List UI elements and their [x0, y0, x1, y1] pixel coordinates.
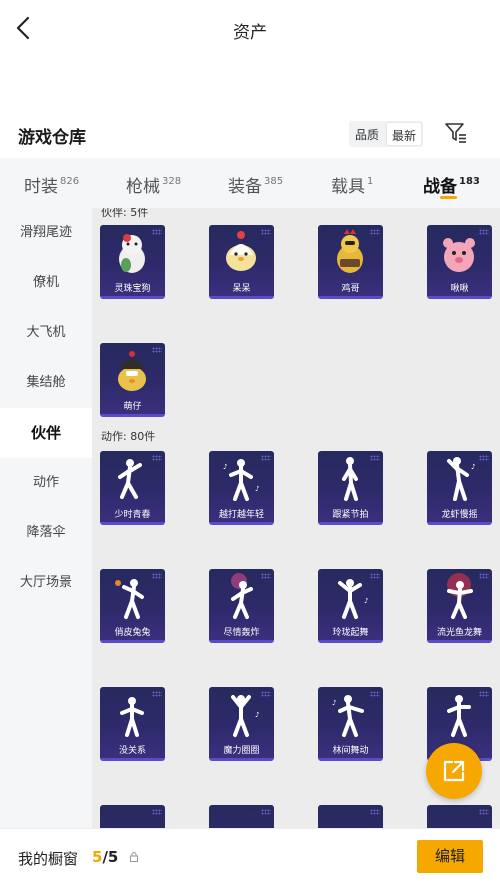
pet-figure-icon [119, 234, 145, 273]
item-name: 啾啾 [450, 284, 469, 294]
item-card[interactable]: 呆呆 [209, 225, 274, 299]
showcase-count: 5/5 [92, 848, 119, 866]
item-card[interactable]: 跟紧节拍 [318, 451, 383, 525]
lock-icon [130, 852, 138, 862]
sort-quality-option[interactable]: 品质 [349, 121, 385, 147]
dancer-silhouette-icon: ♪ [231, 695, 259, 737]
item-card[interactable]: 啾啾 [427, 225, 492, 299]
dancer-silhouette-icon [115, 579, 144, 619]
dancer-silhouette-icon: ♪ [447, 457, 475, 501]
active-tab-indicator [440, 196, 457, 199]
item-name: 越打越年轻 [218, 510, 264, 520]
dancer-silhouette-icon [120, 697, 144, 737]
item-card[interactable]: 鸡哥 [318, 225, 383, 299]
sidebar: 滑翔尾迹 僚机 大飞机 集结舱 伙伴 动作 降落伞 大厅场景 [0, 208, 92, 828]
sidebar-item-lobby-scene[interactable]: 大厅场景 [0, 558, 92, 608]
item-name: 鸡哥 [341, 284, 360, 294]
actions-section-label: 动作: 80件 [101, 430, 156, 443]
item-card[interactable]: ♪ 魔力圈圈 [209, 687, 274, 761]
svg-text:♪: ♪ [255, 711, 259, 719]
item-card[interactable]: 尽情轰炸 [209, 569, 274, 643]
sidebar-item-partner[interactable]: 伙伴 [0, 408, 92, 458]
item-name: 萌仔 [123, 402, 142, 412]
item-card[interactable] [427, 805, 492, 828]
item-card[interactable]: ♪ ♪ 越打越年轻 [209, 451, 274, 525]
filter-button[interactable] [444, 121, 468, 145]
share-external-icon [443, 760, 465, 782]
rooster-figure-icon [337, 229, 363, 273]
item-card[interactable]: 少时青春 [100, 451, 165, 525]
item-name: 呆呆 [232, 284, 251, 294]
item-name: 流光鱼龙舞 [436, 628, 482, 638]
svg-text:♪: ♪ [332, 699, 336, 707]
item-name: 龙虾慢摇 [441, 510, 478, 520]
helmet-chick-figure-icon [118, 351, 146, 391]
tab-guns[interactable]: 枪械 328 [126, 172, 181, 197]
item-card[interactable] [209, 805, 274, 828]
share-button[interactable] [426, 743, 482, 799]
category-tabs: 时装 826 枪械 328 装备 385 载具 1 战备 183 [0, 158, 500, 208]
sidebar-item-assembly-pod[interactable]: 集结舱 [0, 358, 92, 408]
item-name: 跟紧节拍 [332, 510, 369, 520]
item-card[interactable]: ♪ 龙虾慢摇 [427, 451, 492, 525]
sidebar-item-big-plane[interactable]: 大飞机 [0, 308, 92, 358]
item-card[interactable]: 没关系 [100, 687, 165, 761]
item-name: 玲珑起舞 [332, 628, 369, 638]
item-name: 没关系 [118, 746, 146, 756]
item-card[interactable]: 灵珠宝狗 [100, 225, 165, 299]
tab-vehicles[interactable]: 载具 1 [331, 172, 373, 197]
svg-text:♪: ♪ [364, 597, 368, 605]
item-name: 俏皮兔兔 [114, 628, 151, 638]
item-card[interactable]: 俏皮兔兔 [100, 569, 165, 643]
sidebar-item-wingman[interactable]: 僚机 [0, 258, 92, 308]
page-title: 资产 [233, 23, 267, 43]
dancer-silhouette-icon [342, 457, 358, 501]
dancer-silhouette-icon [447, 695, 471, 737]
item-card[interactable]: 萌仔 [100, 343, 165, 417]
filter-icon [445, 123, 466, 143]
item-card[interactable]: 流光鱼龙舞 [427, 569, 492, 643]
pink-creature-icon [443, 238, 475, 272]
item-card[interactable]: ♪ 玲珑起舞 [318, 569, 383, 643]
item-name: 尽情轰炸 [223, 628, 260, 638]
tab-fashion[interactable]: 时装 826 [24, 172, 79, 197]
sidebar-item-parachute[interactable]: 降落伞 [0, 508, 92, 558]
svg-text:♪: ♪ [223, 463, 227, 471]
sort-latest-option[interactable]: 最新 [386, 122, 423, 146]
item-card[interactable]: ♪ 林间舞动 [318, 687, 383, 761]
svg-text:♪: ♪ [471, 463, 475, 471]
dancer-silhouette-icon [118, 459, 142, 499]
item-card[interactable] [100, 805, 165, 828]
svg-text:♪: ♪ [255, 485, 259, 493]
top-bar: 资产 [0, 0, 500, 60]
partners-section-label: 伙伴: 5件 [101, 208, 149, 219]
item-name: 魔力圈圈 [223, 746, 260, 756]
item-name: 林间舞动 [332, 746, 369, 756]
warehouse-title: 游戏仓库 [18, 128, 86, 148]
item-card[interactable] [318, 805, 383, 828]
dancer-silhouette-icon: ♪♪ [223, 459, 259, 501]
bottom-bar: 我的橱窗 5/5 编辑 [0, 828, 500, 885]
sidebar-item-emote[interactable]: 动作 [0, 458, 92, 508]
item-name: 灵珠宝狗 [114, 284, 151, 294]
item-name: 少时青春 [114, 510, 151, 520]
item-grid: 伙伴: 5件 灵珠宝狗 呆呆 鸡哥 啾啾 萌仔 动作: 80件 少时青春 ♪ ♪… [92, 208, 500, 828]
dancer-silhouette-icon [231, 573, 253, 619]
edit-button[interactable]: 编辑 [417, 840, 483, 873]
chick-figure-icon [226, 231, 256, 271]
sort-toggle: 品质 最新 [349, 121, 424, 147]
tab-equipment[interactable]: 装备 385 [228, 172, 283, 197]
dancer-silhouette-icon: ♪ [332, 695, 364, 737]
dancer-silhouette-icon: ♪ [338, 579, 368, 619]
dancer-silhouette-icon [447, 573, 473, 619]
sidebar-item-glide-trail[interactable]: 滑翔尾迹 [0, 208, 92, 258]
tab-battle-gear[interactable]: 战备 183 [423, 172, 480, 197]
my-window-label: 我的橱窗 [18, 850, 79, 868]
